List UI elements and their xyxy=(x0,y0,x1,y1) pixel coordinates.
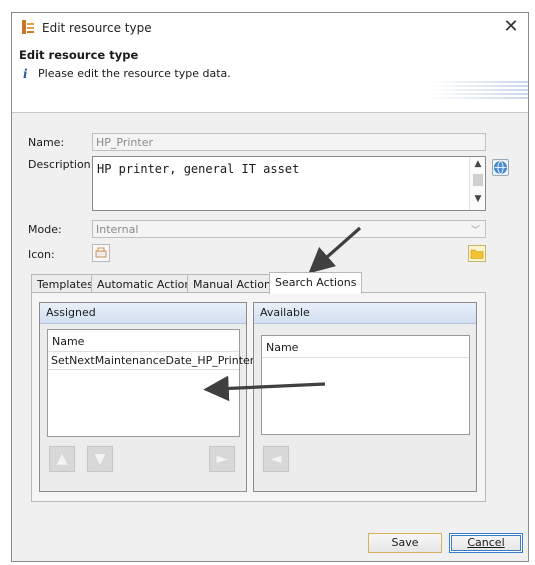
save-button[interactable]: Save xyxy=(368,533,442,553)
scroll-down-icon[interactable]: ▼ xyxy=(470,194,486,208)
description-text: HP printer, general IT asset xyxy=(97,162,300,176)
header-message: Please edit the resource type data. xyxy=(38,67,231,80)
mode-label: Mode: xyxy=(28,223,62,236)
header-decoration xyxy=(428,81,528,101)
move-up-button[interactable]: ▲ xyxy=(49,446,75,472)
window-title: Edit resource type xyxy=(42,21,152,35)
move-right-button[interactable]: ► xyxy=(209,446,235,472)
tab-search-actions[interactable]: Search Actions xyxy=(269,272,363,294)
name-field[interactable]: HP_Printer xyxy=(92,133,486,151)
browse-icon-button[interactable] xyxy=(468,245,486,262)
name-label: Name: xyxy=(28,136,65,149)
edit-resource-type-dialog: Edit resource type ✕ Edit resource type … xyxy=(11,12,529,562)
move-down-button[interactable]: ▼ xyxy=(87,446,113,472)
list-item[interactable]: SetNextMaintenanceDate_HP_Printers xyxy=(48,352,260,370)
description-textarea[interactable]: HP printer, general IT asset ▲ ▼ xyxy=(92,156,486,211)
arrow-right-icon: ► xyxy=(216,451,228,467)
info-icon: i xyxy=(23,67,28,81)
description-label: Description: xyxy=(28,158,95,171)
cancel-label: Cancel xyxy=(467,536,505,549)
available-title: Available xyxy=(254,303,476,324)
mode-value: Internal xyxy=(96,223,139,236)
available-column-header[interactable]: Name xyxy=(262,336,469,358)
globe-icon xyxy=(494,161,507,174)
tab-templates[interactable]: Templates xyxy=(31,274,99,293)
move-left-button[interactable]: ◄ xyxy=(263,446,289,472)
mode-select[interactable]: Internal ﹀ xyxy=(92,220,486,238)
description-scrollbar[interactable]: ▲ ▼ xyxy=(469,157,485,210)
available-list[interactable]: Name xyxy=(261,335,470,435)
scroll-thumb[interactable] xyxy=(473,174,483,186)
icon-label: Icon: xyxy=(28,248,55,261)
close-button[interactable]: ✕ xyxy=(502,16,520,37)
translate-button[interactable] xyxy=(492,159,509,176)
assigned-group: Assigned Name SetNextMaintenanceDate_HP_… xyxy=(39,302,260,492)
assigned-column-header[interactable]: Name xyxy=(48,330,239,352)
header-panel: Edit resource type i Please edit the res… xyxy=(12,43,528,113)
resource-icon-preview xyxy=(95,247,107,258)
folder-icon xyxy=(470,249,484,259)
assigned-list[interactable]: Name SetNextMaintenanceDate_HP_Printers xyxy=(47,329,260,437)
search-actions-panel: Assigned Name SetNextMaintenanceDate_HP_… xyxy=(31,292,486,502)
scroll-up-icon[interactable]: ▲ xyxy=(470,159,486,173)
icon-preview xyxy=(92,244,110,262)
chevron-down-icon: ﹀ xyxy=(470,226,480,236)
available-group: Available Name ◄ xyxy=(253,302,477,492)
title-bar: Edit resource type ✕ xyxy=(12,13,528,43)
arrow-up-icon: ▲ xyxy=(56,451,68,467)
arrow-down-icon: ▼ xyxy=(94,451,106,467)
resource-type-icon xyxy=(22,20,34,34)
header-title: Edit resource type xyxy=(19,48,139,62)
assigned-title: Assigned xyxy=(40,303,246,324)
arrow-left-icon: ◄ xyxy=(270,451,282,467)
cancel-button[interactable]: Cancel xyxy=(449,533,523,553)
